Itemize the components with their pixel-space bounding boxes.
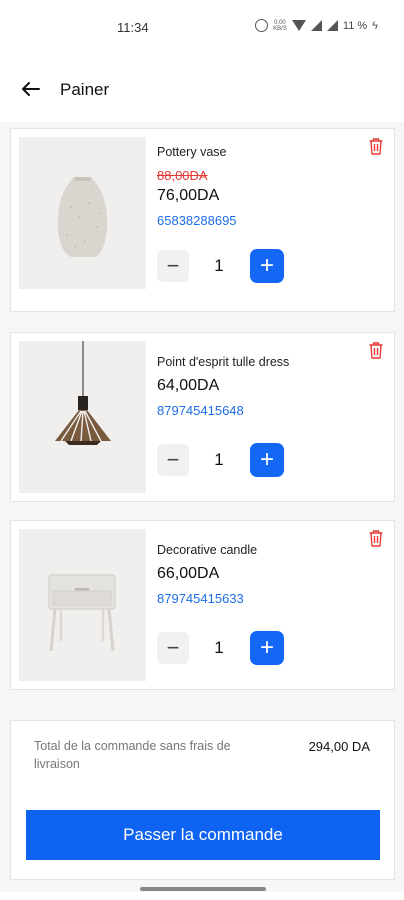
signal-icon bbox=[326, 20, 338, 31]
page-title: Painer bbox=[60, 80, 110, 99]
quantity-value: 1 bbox=[214, 256, 224, 275]
plus-icon: + bbox=[259, 252, 274, 279]
minus-icon: − bbox=[166, 635, 180, 660]
battery-level: 11 % bbox=[342, 19, 368, 32]
quantity-value: 1 bbox=[214, 450, 224, 469]
status-time: 11:34 bbox=[117, 20, 149, 35]
cart-item: Decorative candle 66,00DA 879745415633 −… bbox=[10, 520, 395, 690]
order-summary: Total de la commande sans frais de livra… bbox=[10, 720, 395, 880]
trash-icon[interactable] bbox=[368, 137, 384, 155]
minus-icon: − bbox=[166, 253, 180, 278]
product-sku[interactable]: 65838288695 bbox=[157, 213, 237, 228]
product-sku[interactable]: 879745415648 bbox=[157, 403, 244, 418]
cart-list[interactable]: Pottery vase 88,00DA 76,00DA 65838288695… bbox=[0, 122, 404, 892]
status-icons: 0.00 KB/S 11 % ϟ bbox=[254, 19, 378, 32]
back-arrow-icon[interactable] bbox=[18, 76, 44, 102]
minus-icon: − bbox=[166, 447, 180, 472]
trash-icon[interactable] bbox=[368, 529, 384, 547]
place-order-button[interactable]: Passer la commande bbox=[26, 810, 380, 860]
product-image bbox=[19, 341, 146, 493]
wifi-icon bbox=[291, 20, 306, 31]
product-name: Point d'esprit tulle dress bbox=[157, 355, 290, 369]
product-sku[interactable]: 879745415633 bbox=[157, 591, 244, 606]
original-price: 88,00DA bbox=[157, 168, 208, 183]
quantity-value: 1 bbox=[214, 638, 224, 657]
product-price: 76,00DA bbox=[157, 187, 220, 204]
product-image bbox=[19, 137, 146, 289]
decrease-quantity-button[interactable]: − bbox=[157, 250, 189, 282]
total-label: Total de la commande sans frais de livra… bbox=[34, 739, 231, 771]
plus-icon: + bbox=[259, 634, 274, 661]
status-bar: 11:34 0.00 KB/S 11 % ϟ bbox=[0, 0, 404, 58]
product-price: 66,00DA bbox=[157, 565, 220, 582]
trash-icon[interactable] bbox=[368, 341, 384, 359]
home-indicator[interactable] bbox=[140, 887, 266, 891]
charging-icon: ϟ bbox=[372, 19, 378, 32]
network-speed: 0.00 KB/S bbox=[273, 19, 287, 32]
product-image bbox=[19, 529, 146, 681]
app-bar: Painer bbox=[0, 58, 404, 122]
increase-quantity-button[interactable]: + bbox=[250, 631, 284, 665]
product-price: 64,00DA bbox=[157, 377, 220, 394]
product-name: Decorative candle bbox=[157, 543, 258, 557]
increase-quantity-button[interactable]: + bbox=[250, 443, 284, 477]
cart-item: Point d'esprit tulle dress 64,00DA 87974… bbox=[10, 332, 395, 502]
alarm-icon bbox=[254, 19, 268, 32]
signal-icon bbox=[310, 20, 322, 31]
increase-quantity-button[interactable]: + bbox=[250, 249, 284, 283]
plus-icon: + bbox=[259, 446, 274, 473]
decrease-quantity-button[interactable]: − bbox=[157, 444, 189, 476]
product-name: Pottery vase bbox=[157, 145, 227, 159]
total-value: 294,00 DA bbox=[308, 739, 370, 754]
decrease-quantity-button[interactable]: − bbox=[157, 632, 189, 664]
cart-item: Pottery vase 88,00DA 76,00DA 65838288695… bbox=[10, 128, 395, 312]
